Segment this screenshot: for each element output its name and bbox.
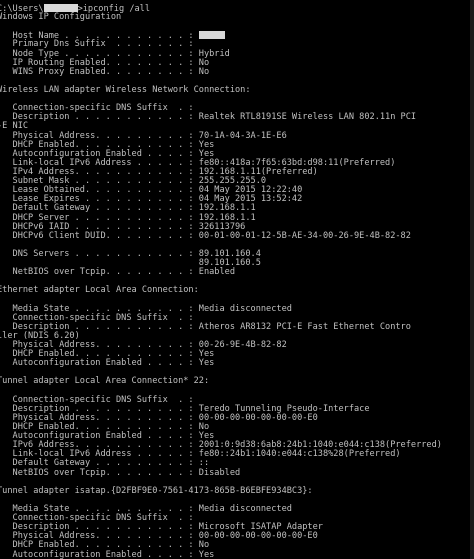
section-header-isatap: Tunnel adapter isatap.{D2FBF9E0-7561-417…: [0, 485, 313, 496]
redacted-username: [43, 4, 78, 12]
scrollbar[interactable]: [470, 0, 474, 559]
output-line: DHCPv6 Client DUID. . . . . . . . : 00-0…: [0, 230, 411, 241]
redacted-hostname: [198, 31, 225, 40]
output-line: Autoconfiguration Enabled . . . . : Yes: [0, 549, 215, 559]
section-header-ethernet: Ethernet adapter Local Area Connection:: [0, 285, 199, 296]
output-line: WINS Proxy Enabled. . . . . . . . : No: [0, 66, 210, 77]
section-header-windows-ip: Windows IP Configuration: [0, 12, 122, 23]
output-line: Autoconfiguration Enabled . . . . : Yes: [0, 358, 215, 369]
console-window[interactable]: C:\Users\ >ipconfig /all Windows IP Confi…: [0, 0, 474, 559]
section-header-wireless: Wireless LAN adapter Wireless Network Co…: [0, 84, 251, 95]
section-header-teredo: Tunnel adapter Local Area Connection* 22…: [0, 376, 210, 387]
output-line: Description . . . . . . . . . . . : Real…: [0, 112, 417, 123]
output-line: NetBIOS over Tcpip. . . . . . . . : Disa…: [0, 467, 241, 478]
output-line: NetBIOS over Tcpip. . . . . . . . : Enab…: [0, 267, 235, 278]
